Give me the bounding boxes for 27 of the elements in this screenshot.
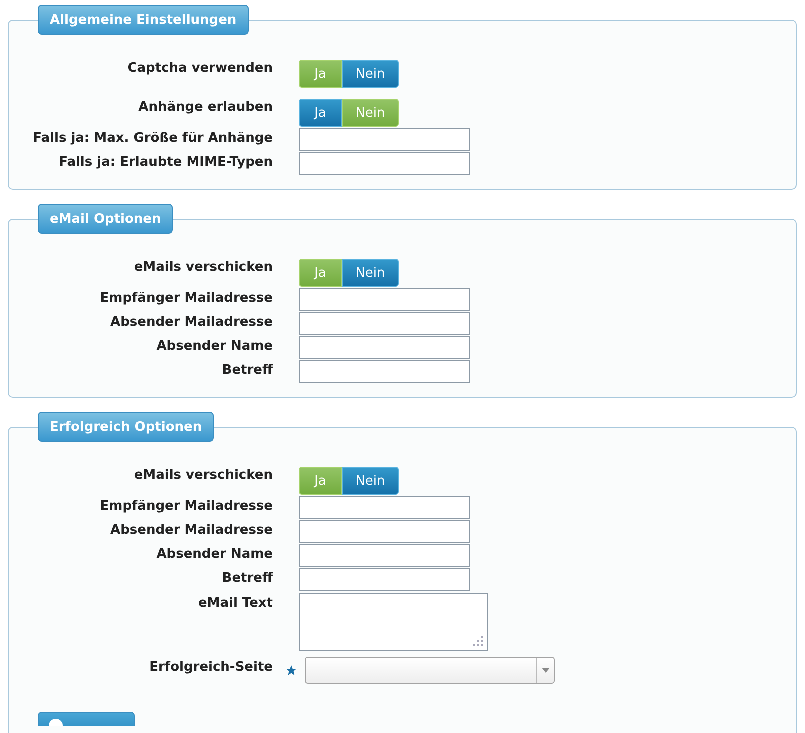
field-label: eMails verschicken (133, 259, 273, 276)
toggle-option[interactable]: Nein (342, 467, 399, 495)
field-label: Absender Mailadresse (110, 314, 273, 331)
toggle-option[interactable]: Ja (299, 259, 342, 287)
field-label: Empfänger Mailadresse (99, 498, 273, 515)
toggle-option[interactable]: Nein (342, 259, 399, 287)
toggle-option[interactable]: Ja (299, 467, 342, 495)
section-title: Allgemeine Einstellungen (38, 5, 249, 35)
field-label: Captcha verwenden (126, 60, 273, 77)
field-label: Falls ja: Max. Größe für Anhänge (32, 130, 273, 147)
field-label: Absender Name (156, 546, 273, 563)
field-label: Betreff (221, 570, 273, 587)
section-title: eMail Optionen (38, 204, 174, 234)
field-label: Empfänger Mailadresse (99, 290, 273, 307)
toggle-option[interactable]: Nein (342, 99, 399, 127)
field-label: Erfolgreich-Seite (148, 659, 273, 676)
field-label: Betreff (221, 362, 273, 379)
toggle-option[interactable]: Nein (342, 60, 399, 88)
field-label: Falls ja: Erlaubte MIME-Typen (58, 154, 273, 171)
field-label: eMail Text (197, 595, 273, 612)
toggle-option[interactable]: Ja (299, 99, 342, 127)
field-label: Absender Name (156, 338, 273, 355)
toggle-option[interactable]: Ja (299, 60, 342, 88)
field-label: eMails verschicken (133, 467, 273, 484)
section-title: Erfolgreich Optionen (38, 412, 214, 442)
field-label: Anhänge erlauben (138, 99, 273, 116)
field-label: Absender Mailadresse (110, 522, 273, 539)
